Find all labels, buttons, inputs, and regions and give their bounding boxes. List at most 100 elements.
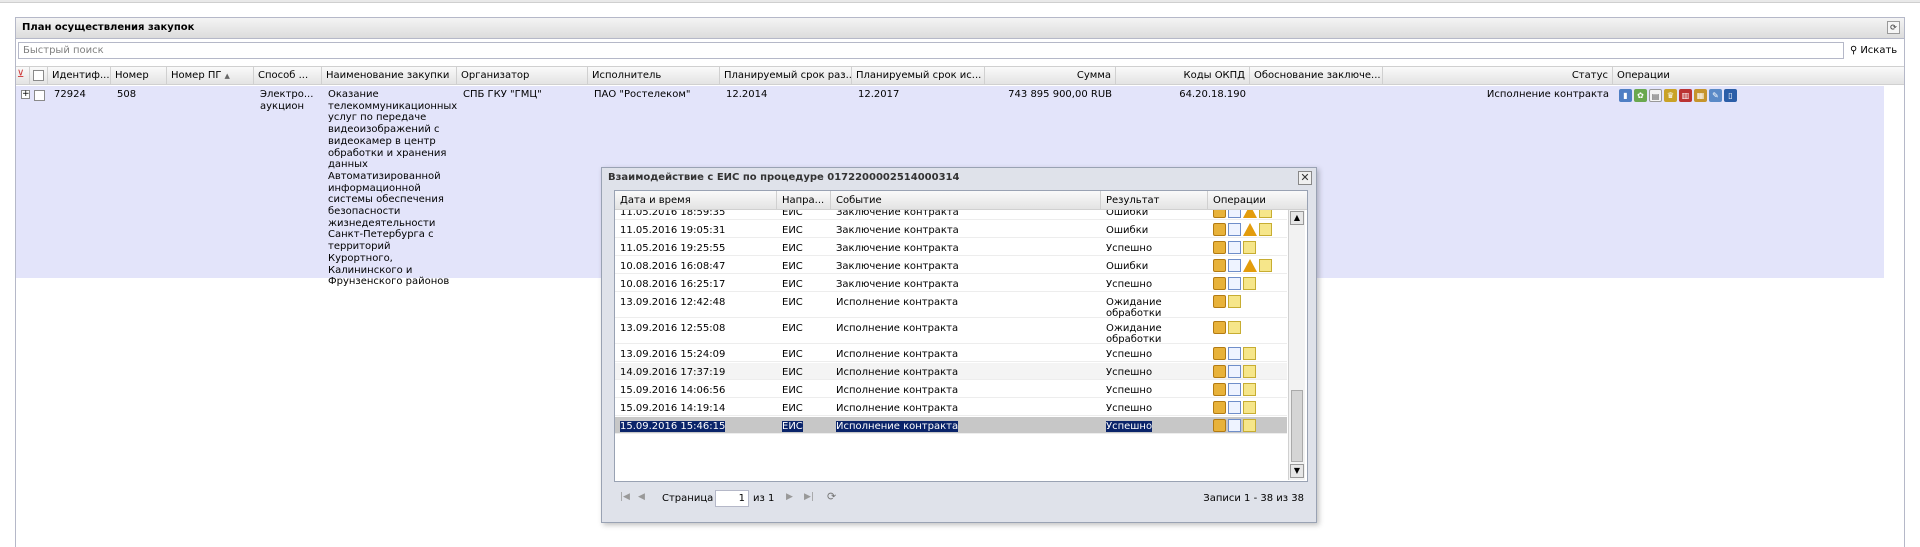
table-row[interactable]: 15.09.2016 14:19:14 ЕИС Исполнение контрак…	[615, 399, 1287, 416]
reload-icon[interactable]: ⟳	[827, 490, 836, 503]
columns-icon[interactable]: ▯	[1724, 89, 1737, 102]
document-icon[interactable]: ▤	[1649, 89, 1662, 102]
table-row[interactable]: 11.05.2016 19:05:31 ЕИС Заключение контрак…	[615, 221, 1287, 238]
column-header-okpd[interactable]: Коды ОКПД	[1116, 67, 1250, 85]
notes-icon[interactable]	[1259, 259, 1272, 272]
chart-icon[interactable]: ▮	[1619, 89, 1632, 102]
search-button[interactable]: ⚲ Искать	[1847, 42, 1900, 59]
column-header-name[interactable]: Наименование закупки	[322, 67, 457, 85]
document-icon[interactable]	[1228, 383, 1241, 396]
package-icon[interactable]	[1213, 277, 1226, 290]
page-number-input[interactable]	[715, 490, 749, 507]
row-operations	[1213, 347, 1256, 360]
package-icon[interactable]	[1213, 321, 1226, 334]
notes-icon[interactable]	[1243, 419, 1256, 432]
document-icon[interactable]	[1228, 259, 1241, 272]
table-row[interactable]: 15.09.2016 14:06:56 ЕИС Исполнение контрак…	[615, 381, 1287, 398]
settings-icon[interactable]: ✿	[1634, 89, 1647, 102]
cell-result: Успешно	[1106, 403, 1153, 414]
package-icon[interactable]	[1213, 383, 1226, 396]
edit-icon[interactable]: ✎	[1709, 89, 1722, 102]
package-icon[interactable]	[1213, 401, 1226, 414]
warning-icon[interactable]	[1243, 223, 1257, 236]
notes-icon[interactable]	[1243, 347, 1256, 360]
first-page-icon[interactable]: |◀	[620, 492, 630, 502]
notes-icon[interactable]	[1243, 241, 1256, 254]
table-row[interactable]: 15.09.2016 15:46:15 ЕИС Исполнение контрак…	[615, 417, 1287, 434]
scroll-down-icon[interactable]: ▼	[1290, 464, 1304, 478]
cell-direction: ЕИС	[782, 403, 803, 414]
cell-datetime: 10.08.2016 16:08:47	[620, 261, 726, 272]
document-icon[interactable]	[1228, 277, 1241, 290]
document-icon[interactable]	[1228, 401, 1241, 414]
coat-of-arms-icon[interactable]: ♛	[1664, 89, 1677, 102]
column-header-event[interactable]: Событие	[831, 191, 1101, 209]
column-header-direction[interactable]: Напра...	[777, 191, 831, 209]
package-icon[interactable]	[1213, 295, 1226, 308]
table-row[interactable]: 13.09.2016 12:42:48 ЕИС Исполнение контрак…	[615, 293, 1287, 319]
clear-filter-icon[interactable]: ⊻	[16, 67, 30, 85]
document-icon[interactable]	[1228, 347, 1241, 360]
table-row[interactable]: 14.09.2016 17:37:19 ЕИС Исполнение контрак…	[615, 363, 1287, 380]
column-header-datetime[interactable]: Дата и время	[615, 191, 777, 209]
prev-page-icon[interactable]: ◀	[638, 492, 645, 502]
warning-icon[interactable]	[1243, 259, 1257, 272]
package-icon[interactable]	[1213, 259, 1226, 272]
column-header-id[interactable]: Идентиф...⊽	[48, 67, 111, 85]
package-icon[interactable]	[1213, 223, 1226, 236]
column-header-result[interactable]: Результат	[1101, 191, 1208, 209]
column-header-status[interactable]: Статус	[1383, 67, 1613, 85]
next-page-icon[interactable]: ▶	[786, 492, 793, 502]
package-icon[interactable]	[1213, 365, 1226, 378]
select-all-checkbox[interactable]	[30, 67, 48, 85]
notes-icon[interactable]	[1243, 365, 1256, 378]
document-icon[interactable]	[1228, 210, 1241, 218]
table-row[interactable]: 11.05.2016 19:25:55 ЕИС Заключение контрак…	[615, 239, 1287, 256]
table-row[interactable]: 10.08.2016 16:25:17 ЕИС Заключение контрак…	[615, 275, 1287, 292]
archive-icon[interactable]: ▦	[1694, 89, 1707, 102]
column-header-planned-place[interactable]: Планируемый срок раз...	[720, 67, 852, 85]
column-header-method[interactable]: Способ ...	[254, 67, 322, 85]
table-row[interactable]: 13.09.2016 12:55:08 ЕИС Исполнение контрак…	[615, 319, 1287, 345]
notes-icon[interactable]	[1259, 223, 1272, 236]
table-row[interactable]: 13.09.2016 15:24:09 ЕИС Исполнение контрак…	[615, 345, 1287, 362]
close-icon[interactable]: ✕	[1298, 171, 1312, 185]
panel-title: План осуществления закупок	[22, 22, 195, 33]
expand-row-icon[interactable]: +	[21, 90, 30, 99]
package-icon[interactable]	[1213, 210, 1226, 218]
notes-icon[interactable]	[1228, 295, 1241, 308]
column-header-sum[interactable]: Сумма	[985, 67, 1116, 85]
notes-icon[interactable]	[1243, 383, 1256, 396]
document-icon[interactable]	[1228, 365, 1241, 378]
column-header-number-pg[interactable]: Номер ПГ ▲	[167, 67, 254, 85]
package-icon[interactable]	[1213, 347, 1226, 360]
cell-event: Исполнение контракта	[836, 297, 959, 308]
table-row[interactable]: 10.08.2016 16:08:47 ЕИС Заключение контрак…	[615, 257, 1287, 274]
report-icon[interactable]: ▥	[1679, 89, 1692, 102]
warning-icon[interactable]	[1243, 210, 1257, 218]
scroll-thumb[interactable]	[1291, 390, 1303, 462]
dialog-grid-header: Дата и время Напра... Событие Результат …	[615, 191, 1307, 210]
refresh-icon[interactable]: ⟳	[1887, 21, 1900, 34]
document-icon[interactable]	[1228, 223, 1241, 236]
table-row[interactable]: 11.05.2016 18:59:35 ЕИС Заключение контрак…	[615, 210, 1287, 220]
vertical-scrollbar[interactable]: ▲ ▼	[1288, 210, 1305, 480]
column-header-organizer[interactable]: Организатор	[457, 67, 588, 85]
cell-direction: ЕИС	[782, 385, 803, 396]
notes-icon[interactable]	[1243, 401, 1256, 414]
row-checkbox[interactable]	[34, 90, 45, 101]
quick-search-input[interactable]	[18, 42, 1844, 59]
column-header-planned-exec[interactable]: Планируемый срок ис...	[852, 67, 985, 85]
document-icon[interactable]	[1228, 419, 1241, 432]
package-icon[interactable]	[1213, 241, 1226, 254]
package-icon[interactable]	[1213, 419, 1226, 432]
notes-icon[interactable]	[1243, 277, 1256, 290]
document-icon[interactable]	[1228, 241, 1241, 254]
column-header-executor[interactable]: Исполнитель	[588, 67, 720, 85]
column-header-reason[interactable]: Обоснование заключе...	[1250, 67, 1383, 85]
last-page-icon[interactable]: ▶|	[804, 492, 814, 502]
scroll-up-icon[interactable]: ▲	[1290, 211, 1304, 225]
column-header-number[interactable]: Номер	[111, 67, 167, 85]
notes-icon[interactable]	[1259, 210, 1272, 218]
notes-icon[interactable]	[1228, 321, 1241, 334]
